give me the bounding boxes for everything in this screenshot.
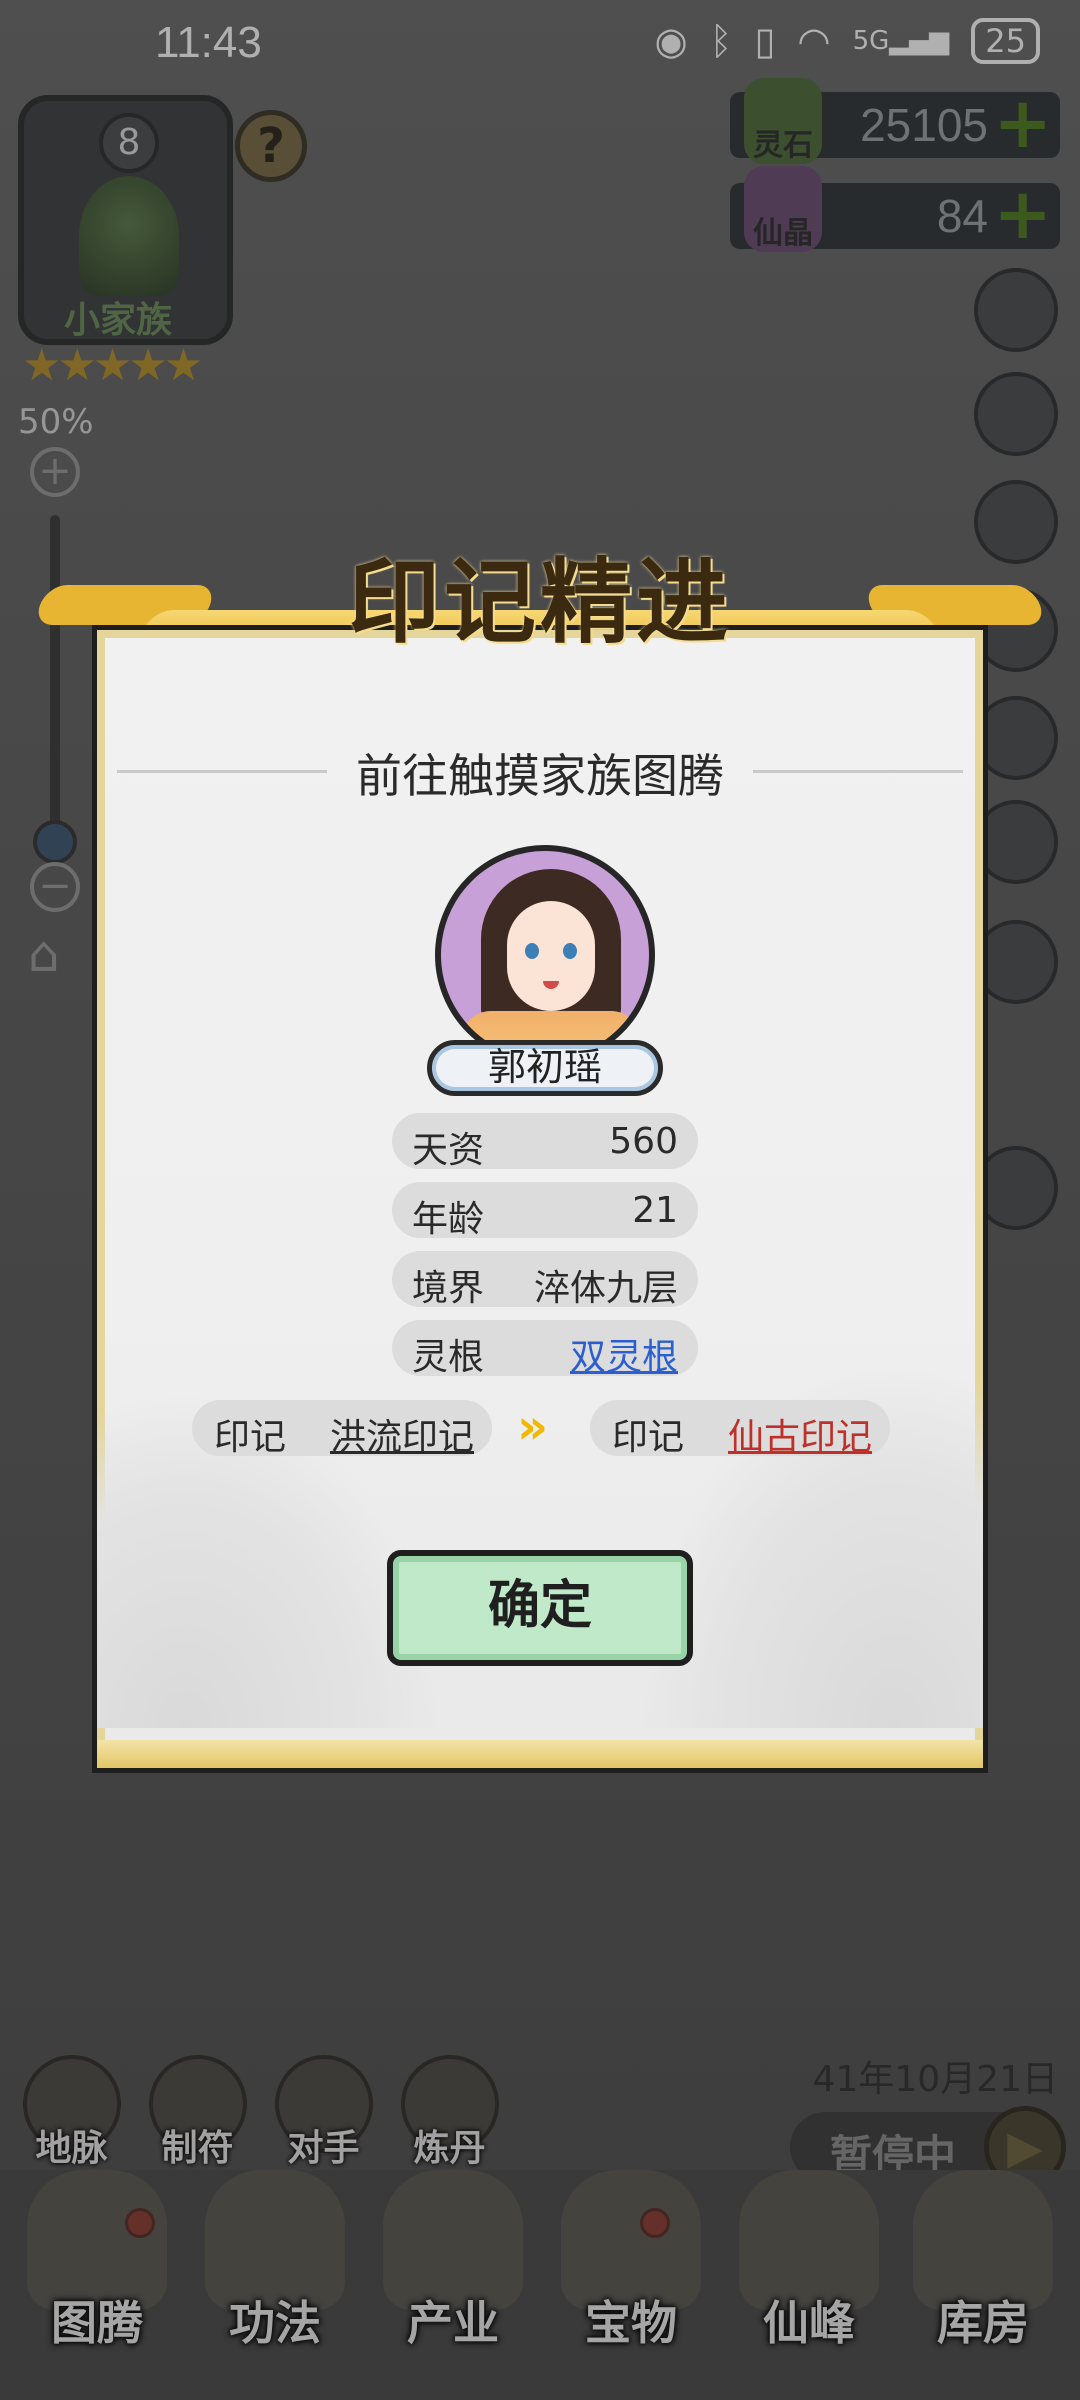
avatar-face [507,901,595,1011]
mark-key: 印记 [612,1417,685,1458]
stat-key: 年龄 [412,1199,485,1240]
mark-from-link[interactable]: 洪流印记 [330,1408,474,1460]
stat-row-age: 年龄 21 [392,1182,698,1240]
stat-value: 560 [609,1121,678,1162]
stat-value: 21 [632,1190,678,1231]
confirm-button[interactable]: 确定 [387,1550,693,1666]
mark-key: 印记 [214,1417,287,1458]
current-mark: 印记 洪流印记 [192,1400,492,1458]
stat-key: 灵根 [412,1337,485,1378]
dialog-title: 印记精进 [347,548,732,656]
dialog-bottom-trim [97,1740,983,1768]
stat-row-spirit-root: 灵根 双灵根 [392,1320,698,1378]
avatar-eye [563,943,577,959]
dialog-subtitle: 前往触摸家族图腾 [356,749,724,803]
mark-upgrade-dialog: 前往触摸家族图腾 郭初瑶 天资 560 年龄 21 境界 淬体九层 灵根 双灵根… [92,625,988,1773]
mark-to-link[interactable]: 仙古印记 [728,1408,872,1460]
stat-key: 天资 [412,1130,485,1171]
target-mark: 印记 仙古印记 [590,1400,890,1458]
divider [117,770,327,773]
stat-row-talent: 天资 560 [392,1113,698,1171]
divider [753,770,963,773]
avatar-eye [525,943,539,959]
character-avatar [435,845,655,1065]
stat-value: 淬体九层 [533,1268,678,1309]
character-name: 郭初瑶 [427,1040,663,1096]
double-arrow-icon: » [517,1399,549,1455]
spirit-root-link[interactable]: 双灵根 [570,1328,678,1380]
stat-row-realm: 境界 淬体九层 [392,1251,698,1309]
stat-key: 境界 [412,1268,485,1309]
